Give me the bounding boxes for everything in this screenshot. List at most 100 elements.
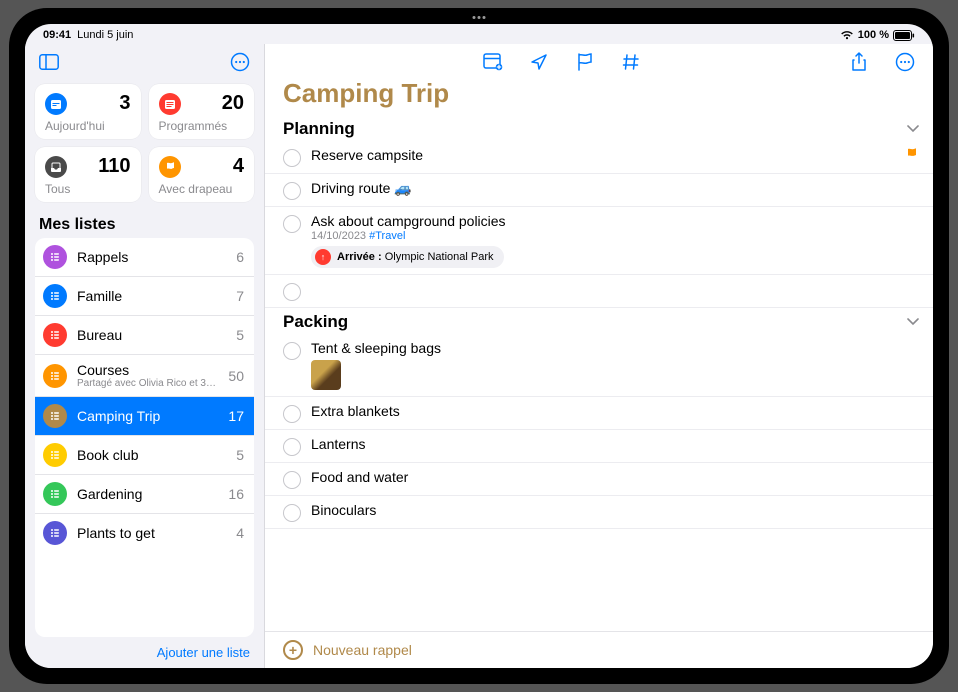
list-count: 5 [236,327,244,343]
list-row-book-club[interactable]: Book club 5 [35,435,254,474]
smart-label: Programmés [159,119,245,133]
smart-count: 110 [98,155,130,178]
list-name: Bureau [77,327,226,343]
reminder-row[interactable]: Ask about campground policies14/10/2023 … [265,207,933,275]
reminder-row[interactable]: Reserve campsite [265,141,933,174]
app-container: 3 Aujourd'hui 20 Programmés 110 Tous 4 A… [25,44,933,668]
reminder-meta: 14/10/2023 #Travel [311,230,919,242]
location-chip[interactable]: ↑Arrivée : Olympic National Park [311,246,504,268]
complete-checkbox[interactable] [283,342,301,360]
list-count: 4 [236,525,244,541]
list-icon [43,245,67,269]
location-button[interactable] [525,48,553,76]
template-button[interactable] [479,48,507,76]
list-count: 5 [236,447,244,463]
smart-card-programms[interactable]: 20 Programmés [149,84,255,139]
reminder-title: Reserve campsite [311,147,895,163]
new-reminder-label: Nouveau rappel [313,642,412,658]
complete-checkbox[interactable] [283,471,301,489]
hashtag-button[interactable] [617,48,645,76]
reminder-row[interactable] [265,275,933,308]
complete-checkbox[interactable] [283,149,301,167]
list-name: CoursesPartagé avec Olivia Rico et 3… [77,362,218,389]
status-bar: 09:41 Lundi 5 juin 100 % [25,24,933,44]
group-title: Planning [283,119,355,139]
reminder-row[interactable]: Food and water [265,463,933,496]
smart-label: Avec drapeau [159,182,245,196]
complete-checkbox[interactable] [283,215,301,233]
list-row-camping-trip[interactable]: Camping Trip 17 [35,396,254,435]
list-name: Famille [77,288,226,304]
reminder-row[interactable]: Tent & sleeping bags [265,334,933,397]
status-date: Lundi 5 juin [77,29,133,41]
screen: 09:41 Lundi 5 juin 100 % [25,24,933,668]
smart-card-aujourdhui[interactable]: 3 Aujourd'hui [35,84,141,139]
group-header-packing[interactable]: Packing [265,308,933,334]
smart-card-tous[interactable]: 110 Tous [35,147,141,202]
toggle-sidebar-button[interactable] [35,48,63,76]
complete-checkbox[interactable] [283,405,301,423]
wifi-icon [840,30,854,40]
reminder-title: Binoculars [311,502,919,518]
reminder-title: Extra blankets [311,403,919,419]
reminder-row[interactable]: Extra blankets [265,397,933,430]
list-icon [43,284,67,308]
battery-text: 100 % [858,29,889,41]
flag-button[interactable] [571,48,599,76]
reminder-row[interactable]: Driving route 🚙 [265,174,933,207]
sidebar: 3 Aujourd'hui 20 Programmés 110 Tous 4 A… [25,44,265,668]
list-row-courses[interactable]: CoursesPartagé avec Olivia Rico et 3… 50 [35,354,254,396]
reminder-title [311,281,919,297]
list-row-plants-to-get[interactable]: Plants to get 4 [35,513,254,552]
reminder-title: Food and water [311,469,919,485]
complete-checkbox[interactable] [283,504,301,522]
main-panel: Camping Trip Planning Reserve campsite D… [265,44,933,668]
smart-count: 3 [119,92,130,115]
smart-lists-grid: 3 Aujourd'hui 20 Programmés 110 Tous 4 A… [25,78,264,208]
battery-icon [893,30,915,41]
flag-icon [159,156,181,178]
list-name: Gardening [77,486,218,502]
list-icon [43,521,67,545]
complete-checkbox[interactable] [283,438,301,456]
reminders-scroll[interactable]: Planning Reserve campsite Driving route … [265,115,933,631]
new-reminder-button[interactable]: + Nouveau rappel [265,631,933,668]
group-title: Packing [283,312,348,332]
complete-checkbox[interactable] [283,283,301,301]
lists-container: Rappels 6 Famille 7 Bureau 5 CoursesPart… [35,238,254,637]
share-button[interactable] [845,48,873,76]
smart-count: 4 [233,155,244,178]
device-frame: 09:41 Lundi 5 juin 100 % [9,8,949,684]
list-row-rappels[interactable]: Rappels 6 [35,238,254,276]
list-count: 7 [236,288,244,304]
reminder-title: Tent & sleeping bags [311,340,919,356]
list-count: 6 [236,249,244,265]
calendar-icon [45,93,67,115]
flag-icon [905,147,919,161]
chevron-down-icon [907,318,919,326]
list-icon [43,404,67,428]
reminder-row[interactable]: Lanterns [265,430,933,463]
smart-label: Tous [45,182,131,196]
smart-card-avecdrapeau[interactable]: 4 Avec drapeau [149,147,255,202]
list-count: 16 [228,486,244,502]
list-name: Rappels [77,249,226,265]
smart-count: 20 [222,92,244,115]
list-name: Book club [77,447,226,463]
list-row-bureau[interactable]: Bureau 5 [35,315,254,354]
main-more-button[interactable] [891,48,919,76]
group-header-planning[interactable]: Planning [265,115,933,141]
reminder-tag[interactable]: #Travel [369,230,405,242]
smart-label: Aujourd'hui [45,119,131,133]
attachment-thumbnail[interactable] [311,360,341,390]
add-list-button[interactable]: Ajouter une liste [25,637,264,668]
list-subtext: Partagé avec Olivia Rico et 3… [77,378,218,389]
reminder-row[interactable]: Binoculars [265,496,933,529]
complete-checkbox[interactable] [283,182,301,200]
chevron-down-icon [907,125,919,133]
list-icon [43,443,67,467]
list-row-famille[interactable]: Famille 7 [35,276,254,315]
list-row-gardening[interactable]: Gardening 16 [35,474,254,513]
my-lists-header: Mes listes [25,208,264,238]
sidebar-more-button[interactable] [226,48,254,76]
